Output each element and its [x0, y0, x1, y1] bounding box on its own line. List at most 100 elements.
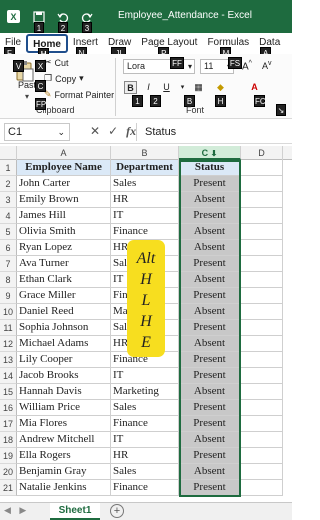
redo-icon[interactable]: 3 [80, 10, 94, 33]
cell-status[interactable]: Present [179, 368, 241, 384]
column-header-a[interactable]: A [17, 146, 111, 160]
chevron-down-icon[interactable]: ▾ [25, 92, 29, 101]
row-number[interactable]: 1 [0, 160, 17, 176]
empty-cell[interactable] [241, 416, 283, 432]
cell-employee-name[interactable]: Hannah Davis [17, 384, 111, 400]
cell-department[interactable]: HR [111, 192, 179, 208]
cell-department[interactable]: HR [111, 448, 179, 464]
cell-employee-name[interactable]: Grace Miller [17, 288, 111, 304]
empty-cell[interactable] [241, 320, 283, 336]
font-name-select[interactable]: Lora ▾ [123, 59, 195, 74]
formula-input[interactable]: Status [136, 123, 292, 141]
empty-cell[interactable] [241, 192, 283, 208]
sheet-nav-arrows[interactable]: ◀ ▶ [4, 505, 29, 516]
cell-employee-name[interactable]: Mia Flores [17, 416, 111, 432]
cell-department[interactable]: Sales [111, 400, 179, 416]
header-employee-name[interactable]: Employee Name [17, 160, 111, 176]
cell-status[interactable]: Present [179, 400, 241, 416]
row-number[interactable]: 6 [0, 240, 17, 256]
tab-file[interactable]: FileF [0, 34, 26, 59]
cell-status[interactable]: Absent [179, 192, 241, 208]
empty-cell[interactable] [241, 400, 283, 416]
tab-data[interactable]: DataA [254, 34, 285, 59]
empty-cell[interactable] [241, 240, 283, 256]
cell-status[interactable]: Absent [179, 224, 241, 240]
header-status[interactable]: Status [179, 160, 241, 176]
cell-employee-name[interactable]: William Price [17, 400, 111, 416]
row-number[interactable]: 18 [0, 432, 17, 448]
cell-employee-name[interactable]: Ryan Lopez [17, 240, 111, 256]
empty-cell[interactable] [241, 336, 283, 352]
empty-cell[interactable] [241, 224, 283, 240]
cell-department[interactable]: Sales [111, 176, 179, 192]
cell-employee-name[interactable]: James Hill [17, 208, 111, 224]
save-icon[interactable]: 1 [32, 10, 46, 33]
cell-status[interactable]: Absent [179, 304, 241, 320]
row-number[interactable]: 13 [0, 352, 17, 368]
cell-status[interactable]: Present [179, 448, 241, 464]
header-department[interactable]: Department [111, 160, 179, 176]
cell-employee-name[interactable]: Lily Cooper [17, 352, 111, 368]
empty-cell[interactable] [241, 208, 283, 224]
confirm-icon[interactable]: ✓ [108, 124, 118, 139]
cell-employee-name[interactable]: Jacob Brooks [17, 368, 111, 384]
bold-button[interactable]: B [124, 81, 137, 94]
tab-formulas[interactable]: FormulasM [202, 34, 254, 59]
cell-status[interactable]: Present [179, 288, 241, 304]
tab-home[interactable]: HomeH [26, 34, 68, 60]
empty-cell[interactable] [241, 352, 283, 368]
cell-department[interactable]: IT [111, 432, 179, 448]
row-number[interactable]: 16 [0, 400, 17, 416]
empty-cell[interactable] [241, 272, 283, 288]
empty-cell[interactable] [241, 448, 283, 464]
column-header-b[interactable]: B [111, 146, 179, 160]
cell-department[interactable]: IT [111, 208, 179, 224]
cell-status[interactable]: Present [179, 256, 241, 272]
cell-employee-name[interactable]: Ella Rogers [17, 448, 111, 464]
sheet-tab[interactable]: Sheet1 [50, 503, 100, 520]
empty-cell[interactable] [241, 480, 283, 496]
cell-department[interactable]: Marketing [111, 384, 179, 400]
row-number[interactable]: 12 [0, 336, 17, 352]
row-number[interactable]: 10 [0, 304, 17, 320]
italic-button[interactable]: I [142, 81, 155, 94]
cell-status[interactable]: Absent [179, 464, 241, 480]
cell-department[interactable]: Finance [111, 224, 179, 240]
underline-button[interactable]: U [160, 81, 173, 94]
cell-employee-name[interactable]: Natalie Jenkins [17, 480, 111, 496]
row-number[interactable]: 9 [0, 288, 17, 304]
row-number[interactable]: 3 [0, 192, 17, 208]
cell-employee-name[interactable]: Ava Turner [17, 256, 111, 272]
empty-cell[interactable] [241, 432, 283, 448]
chevron-down-icon[interactable]: ▾ [176, 81, 189, 94]
cell-status[interactable]: Present [179, 208, 241, 224]
tab-draw[interactable]: DrawJI [103, 34, 136, 59]
empty-cell[interactable] [241, 288, 283, 304]
cell-department[interactable]: IT [111, 368, 179, 384]
row-number[interactable]: 19 [0, 448, 17, 464]
add-sheet-icon[interactable]: + [110, 504, 124, 518]
cell-status[interactable]: Absent [179, 384, 241, 400]
row-number[interactable]: 11 [0, 320, 17, 336]
row-number[interactable]: 7 [0, 256, 17, 272]
increase-font-size-icon[interactable]: A^ [242, 60, 252, 72]
decrease-font-size-icon[interactable]: Av [262, 60, 272, 71]
tab-page-layout[interactable]: Page LayoutP [136, 34, 202, 59]
cell-employee-name[interactable]: Emily Brown [17, 192, 111, 208]
cancel-icon[interactable]: ✕ [90, 124, 100, 139]
empty-cell[interactable] [241, 464, 283, 480]
cell-employee-name[interactable]: Michael Adams [17, 336, 111, 352]
cell-status[interactable]: Present [179, 480, 241, 496]
cell-status[interactable]: Present [179, 320, 241, 336]
copy-button[interactable]: ❐ Copy ▾ [44, 73, 84, 84]
cell-status[interactable]: Present [179, 416, 241, 432]
row-number[interactable]: 2 [0, 176, 17, 192]
cell-status[interactable]: Absent [179, 240, 241, 256]
select-all-corner[interactable] [0, 146, 17, 160]
row-number[interactable]: 20 [0, 464, 17, 480]
cell-department[interactable]: Sales [111, 464, 179, 480]
row-number[interactable]: 5 [0, 224, 17, 240]
format-painter-button[interactable]: ✎ Format Painter [44, 89, 114, 100]
cell-status[interactable]: Present [179, 176, 241, 192]
empty-cell[interactable] [241, 304, 283, 320]
